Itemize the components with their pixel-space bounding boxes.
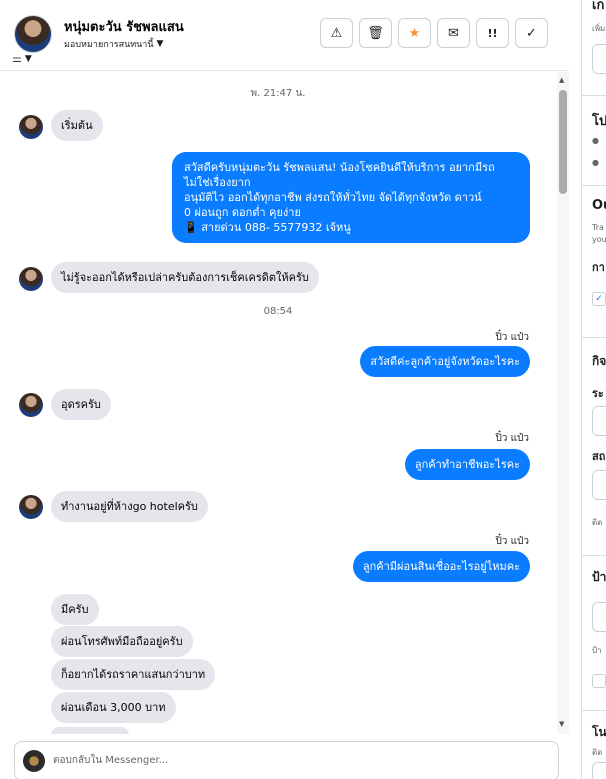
panel-label: กา bbox=[592, 261, 605, 274]
contact-avatar-small bbox=[19, 115, 43, 139]
mark-spam-button[interactable]: ⚠ bbox=[320, 18, 353, 48]
sender-name: ปิ๋ว แป๋ว bbox=[495, 536, 529, 547]
contact-avatar-small bbox=[19, 495, 43, 519]
panel-label: ระ bbox=[592, 387, 604, 400]
panel-text: you bbox=[592, 235, 606, 244]
assign-label: มอบหมายการสนทนานี้ bbox=[64, 40, 154, 50]
contact-name[interactable]: หนุ่มตะวัน รัชพลแสน bbox=[64, 16, 184, 37]
contact-details-panel: เก เพิ่ม โป ● ● Ou Tra you กา ✓ กิจ ระ ส… bbox=[582, 0, 606, 779]
incoming-message[interactable]: ผ่อนเดือน 3,000 บาท bbox=[51, 692, 176, 723]
panel-text: Tra bbox=[592, 223, 604, 232]
chevron-down-icon: ▼ bbox=[24, 53, 32, 64]
follow-up-icon: !! bbox=[487, 26, 498, 40]
assign-conversation-dropdown[interactable]: มอบหมายการสนทนานี้ ▼ bbox=[64, 37, 163, 51]
panel-heading: ป้า bbox=[592, 570, 606, 584]
panel-text: ติด bbox=[592, 518, 603, 527]
section-divider bbox=[582, 95, 606, 96]
panel-text: เพิ่ม bbox=[592, 24, 606, 33]
outgoing-message[interactable]: สวัสดีครับหนุ่มตะวัน รัชพลแสน! น้องโชคยิ… bbox=[172, 152, 530, 243]
panel-heading: โน bbox=[592, 725, 606, 739]
section-divider bbox=[582, 337, 606, 338]
sender-name: ปิ๋ว แป๋ว bbox=[495, 332, 529, 343]
page-avatar bbox=[23, 750, 45, 772]
mark-unread-button[interactable]: ✉ bbox=[437, 18, 470, 48]
select-field[interactable] bbox=[592, 602, 606, 632]
reply-input-box[interactable]: ตอบกลับใน Messenger... bbox=[14, 741, 559, 779]
conversation-header: หนุ่มตะวัน รัชพลแสน มอบหมายการสนทนานี้ ▼… bbox=[0, 0, 569, 71]
incoming-message[interactable]: เริ่มต้น bbox=[51, 110, 103, 141]
sender-name: ปิ๋ว แป๋ว bbox=[495, 433, 529, 444]
message-thread[interactable]: พ. 21:47 น. เริ่มต้น สวัสดีครับหนุ่มตะวั… bbox=[0, 72, 556, 734]
panel-heading: Ou bbox=[592, 198, 606, 213]
contact-avatar-small bbox=[19, 267, 43, 291]
timestamp: พ. 21:47 น. bbox=[250, 88, 306, 99]
chevron-down-icon: ▼ bbox=[156, 39, 164, 49]
incoming-message[interactable]: อุดรครับ bbox=[51, 389, 111, 420]
mail-icon: ✉ bbox=[448, 25, 459, 41]
message-line: อนุมัติไว ออกได้ทุกอาชีพ ส่งรถให้ทั่วไทย… bbox=[184, 191, 482, 204]
star-button[interactable]: ★ bbox=[398, 18, 431, 48]
message-line: 📱 สายด่วน 088- 5577932 เจ้หนู bbox=[184, 221, 351, 234]
checkbox[interactable] bbox=[592, 674, 606, 688]
clock-icon: ● bbox=[592, 136, 599, 145]
inbox-conversation-view: หนุ่มตะวัน รัชพลแสน มอบหมายการสนทนานี้ ▼… bbox=[0, 0, 606, 779]
section-divider bbox=[582, 555, 606, 556]
follow-up-button[interactable]: !! bbox=[476, 18, 509, 48]
scroll-down-arrow-icon[interactable]: ▼ bbox=[559, 720, 564, 728]
panel-heading: โป bbox=[592, 114, 606, 129]
location-icon: ● bbox=[592, 158, 599, 167]
sliders-icon: ⚌ bbox=[12, 52, 22, 65]
panel-text: ติด bbox=[592, 748, 603, 757]
outgoing-message[interactable]: สวัสดีค่ะลูกค้าอยู่จังหวัดอะไรคะ bbox=[360, 346, 530, 377]
check-icon: ✓ bbox=[526, 25, 537, 41]
delete-button[interactable]: 🗑 bbox=[359, 18, 392, 48]
incoming-message[interactable]: ไม่รู้จะออกได้หรือเปล่าครับต้องการเช็คเค… bbox=[51, 262, 319, 293]
add-button[interactable] bbox=[592, 44, 606, 74]
trash-icon: 🗑 bbox=[367, 25, 384, 41]
conversation-actions: ⚠ 🗑 ★ ✉ !! ✓ bbox=[320, 18, 548, 48]
incoming-message[interactable]: ทำงานอยู่ที่ห้างgo hotelครับ bbox=[51, 491, 208, 522]
panel-heading: กิจ bbox=[592, 354, 606, 368]
contact-avatar-small bbox=[19, 393, 43, 417]
section-divider bbox=[582, 185, 606, 186]
message-line: ไม่ใช่เรื่องยาก bbox=[184, 176, 251, 189]
message-line: 0 ผ่อนถูก ดอกต่ำ คุยง่าย bbox=[184, 206, 301, 219]
reply-composer: ตอบกลับใน Messenger... bbox=[0, 734, 569, 779]
star-icon: ★ bbox=[408, 25, 421, 41]
warning-icon: ⚠ bbox=[330, 25, 343, 41]
contact-avatar[interactable] bbox=[14, 15, 52, 53]
select-field[interactable] bbox=[592, 406, 606, 436]
message-line: สวัสดีครับหนุ่มตะวัน รัชพลแสน! น้องโชคยิ… bbox=[184, 161, 495, 174]
scroll-up-arrow-icon[interactable]: ▲ bbox=[559, 76, 564, 84]
panel-label: สถ bbox=[592, 450, 606, 463]
checkbox[interactable]: ✓ bbox=[592, 292, 606, 306]
incoming-message[interactable]: ผ่อนโทรศัพท์มือถืออยู่ครับ bbox=[51, 626, 193, 657]
section-divider bbox=[582, 710, 606, 711]
select-field[interactable] bbox=[592, 470, 606, 500]
label-filter-control[interactable]: ⚌ ▼ bbox=[12, 52, 32, 65]
outgoing-message[interactable]: ลูกค้าทำอาชีพอะไรคะ bbox=[404, 449, 530, 480]
reply-input[interactable]: ตอบกลับใน Messenger... bbox=[53, 753, 168, 768]
input-field[interactable] bbox=[592, 762, 606, 779]
panel-text: ป้า bbox=[592, 646, 602, 655]
panel-heading: เก bbox=[592, 0, 605, 13]
timestamp: 08:54 bbox=[263, 306, 293, 317]
incoming-message-partial[interactable] bbox=[51, 727, 129, 734]
mark-done-button[interactable]: ✓ bbox=[515, 18, 548, 48]
incoming-message[interactable]: ก็อยากได้รถราคาแสนกว่าบาท bbox=[51, 659, 216, 690]
outgoing-message[interactable]: ลูกค้ามีผ่อนสินเชื่ออะไรอยู่ไหมคะ bbox=[352, 551, 530, 582]
scrollbar-thumb[interactable] bbox=[559, 90, 567, 194]
incoming-message[interactable]: มีครับ bbox=[51, 594, 99, 625]
